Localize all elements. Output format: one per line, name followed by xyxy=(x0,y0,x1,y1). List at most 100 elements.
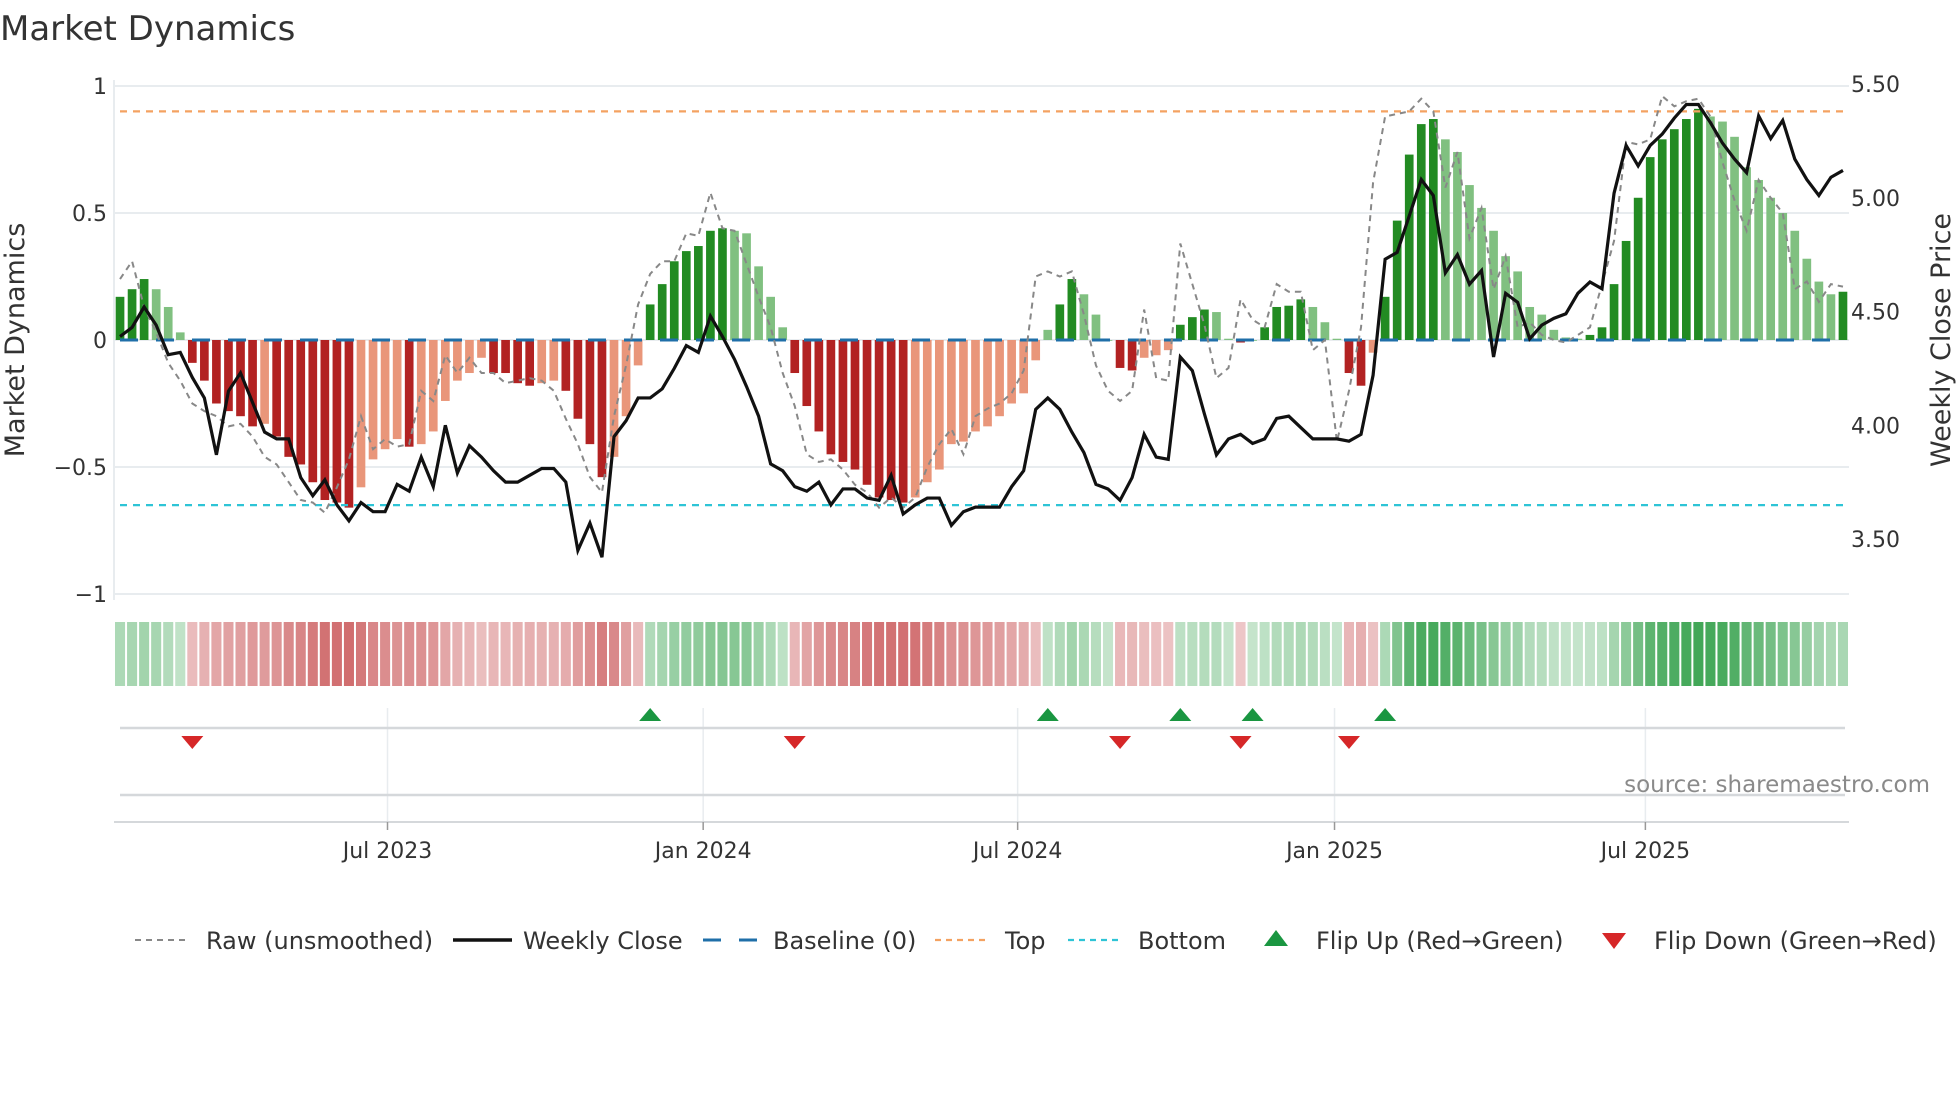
histogram-bar xyxy=(1645,157,1655,340)
flip-markers-panel xyxy=(114,708,1849,823)
heat-strip-cell xyxy=(1307,622,1318,686)
heat-strip-cell xyxy=(1765,622,1776,686)
histogram-bar xyxy=(862,340,872,485)
flip-up-marker xyxy=(639,708,662,721)
histogram-bar xyxy=(1814,281,1824,340)
heat-strip-cell xyxy=(404,622,415,686)
histogram-bar xyxy=(1621,240,1631,340)
heat-strip-cell xyxy=(127,622,138,686)
heat-strip-cell xyxy=(994,622,1005,686)
heat-strip-cell xyxy=(621,622,632,686)
heat-strip-cell xyxy=(1295,622,1306,686)
heat-strip-cell xyxy=(862,622,873,686)
histogram-bar xyxy=(1175,324,1185,340)
histogram-bar xyxy=(1826,294,1836,340)
histogram-bar xyxy=(1754,179,1763,340)
heat-strip-cell xyxy=(1163,622,1174,686)
heat-strip-cell xyxy=(368,622,379,686)
heat-strip-cell xyxy=(259,622,270,686)
heat-strip-cell xyxy=(1042,622,1053,686)
heat-strip-cell xyxy=(1464,622,1475,686)
histogram-bar xyxy=(380,340,390,450)
histogram-bar xyxy=(549,340,559,381)
histogram-bar xyxy=(537,340,547,384)
heat-strip-cell xyxy=(825,622,836,686)
y-tick-label: 0.5 xyxy=(72,202,107,227)
x-tick-label: Jan 2024 xyxy=(653,839,752,864)
histogram-bar xyxy=(718,228,727,340)
heat-strip-cell xyxy=(1524,622,1535,686)
histogram-bar xyxy=(308,340,318,483)
histogram-bar xyxy=(1706,116,1715,340)
histogram-bar xyxy=(1585,334,1595,340)
histogram-bar xyxy=(730,230,739,340)
heat-strip-cell xyxy=(1717,622,1728,686)
histogram-bar xyxy=(681,251,691,340)
histogram-bar xyxy=(200,340,209,381)
legend-item-top: Top xyxy=(935,927,1046,955)
heat-strip-cell xyxy=(970,622,981,686)
heat-strip-cell xyxy=(669,622,680,686)
histogram-bar xyxy=(1308,306,1318,340)
heat-strip-cell xyxy=(416,622,427,686)
heat-strip-cell xyxy=(560,622,571,686)
heat-strip-cell xyxy=(476,622,487,686)
heat-strip-cell xyxy=(693,622,704,686)
heat-strip-cell xyxy=(1609,622,1620,686)
heat-strip-cell xyxy=(1753,622,1764,686)
histogram-bar xyxy=(1633,197,1643,340)
heat-strip-cell xyxy=(548,622,559,686)
histogram-bar xyxy=(766,296,775,340)
heat-strip-cell xyxy=(1331,622,1342,686)
heat-strip-cell xyxy=(1247,622,1258,686)
heat-strip-cell xyxy=(1271,622,1282,686)
heat-strip-cell xyxy=(235,622,246,686)
heat-strip-cell xyxy=(1657,622,1668,686)
histogram-bar xyxy=(910,340,920,498)
heat-strip-cell xyxy=(307,622,318,686)
heat-strip-cell xyxy=(1572,622,1583,686)
histogram-bar xyxy=(477,340,486,358)
heat-strip-cell xyxy=(283,622,294,686)
histogram-bar xyxy=(1766,197,1776,340)
heat-strip-cell xyxy=(777,622,788,686)
histogram-bar xyxy=(669,261,679,340)
heat-strip-cell xyxy=(536,622,547,686)
legend-label: Raw (unsmoothed) xyxy=(206,927,433,955)
flip-up-marker xyxy=(1241,708,1264,721)
heat-strip-cell xyxy=(1693,622,1704,686)
y2-tick-label: 4.00 xyxy=(1851,414,1900,439)
legend-flip-down-icon xyxy=(1602,933,1626,949)
histogram-bar xyxy=(1115,340,1125,368)
histogram-bar xyxy=(1597,327,1607,340)
histogram-bar xyxy=(1067,279,1077,340)
histogram-bar xyxy=(1657,139,1667,340)
legend-item-baseline: Baseline (0) xyxy=(703,927,916,955)
heat-strip-cell xyxy=(849,622,861,686)
heat-strip-cell xyxy=(199,622,210,686)
histogram-bar xyxy=(657,284,667,340)
histogram-bar xyxy=(561,340,571,391)
heat-strip-cell xyxy=(1428,622,1439,686)
heat-strip-cell xyxy=(1066,622,1077,686)
heat-strip-cell xyxy=(705,622,716,686)
heat-strip-cell xyxy=(1283,622,1294,686)
heat-strip-cell xyxy=(1500,622,1511,686)
raw-unsmoothed-line xyxy=(119,94,1844,515)
histogram-bar xyxy=(1669,129,1679,340)
legend-label: Flip Down (Green→Red) xyxy=(1654,927,1937,955)
y-tick-label: −0.5 xyxy=(54,456,107,481)
histogram-bar xyxy=(1416,124,1426,340)
heat-strip-cell xyxy=(428,622,439,686)
histogram-bar xyxy=(1802,258,1812,340)
heat-strip-cell xyxy=(1741,622,1752,686)
histogram-bar xyxy=(947,340,956,445)
right-axis-title: Weekly Close Price xyxy=(1926,213,1957,467)
histogram-bar xyxy=(1428,119,1438,341)
histogram-bar xyxy=(1212,312,1221,340)
histogram-bar xyxy=(814,340,824,432)
heat-strip-cell xyxy=(801,622,812,686)
heat-strip-cell xyxy=(1102,622,1114,686)
heat-strip-cell xyxy=(1404,622,1415,686)
heat-strip-cell xyxy=(211,622,222,686)
